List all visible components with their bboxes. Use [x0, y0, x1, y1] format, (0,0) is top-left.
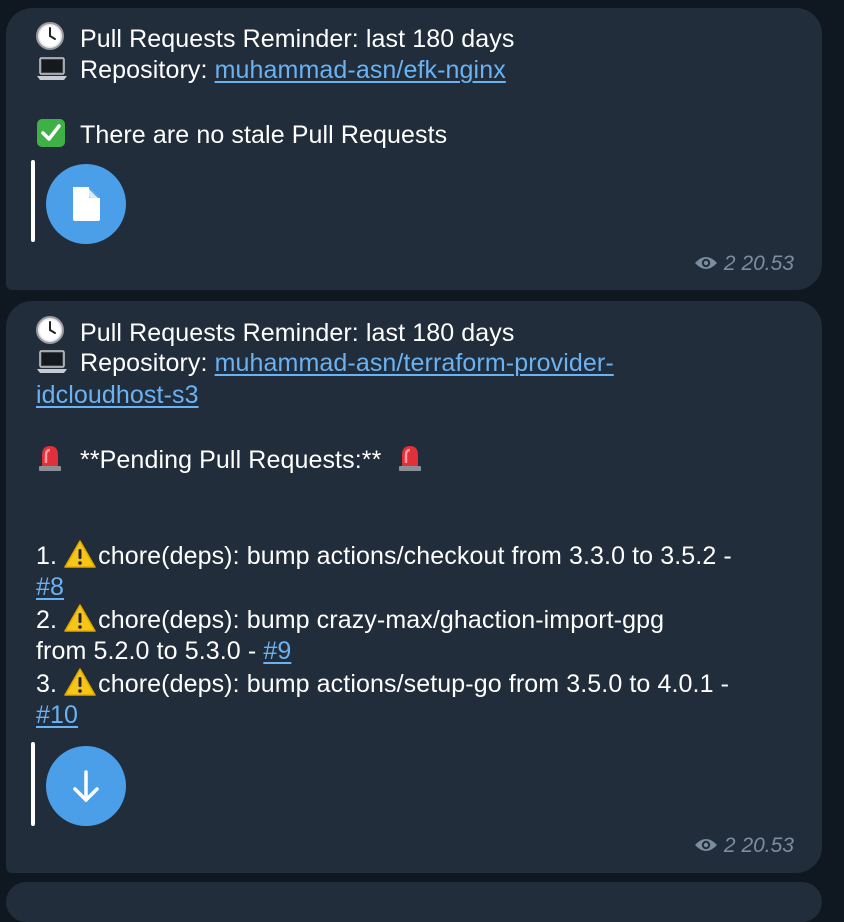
status-text: There are no stale Pull Requests	[80, 121, 448, 149]
list-item-link-line: #8	[36, 571, 64, 603]
list-item-text-continued: from 5.2.0 to 5.3.0 -	[36, 637, 264, 665]
laptop-icon	[36, 55, 70, 83]
repository-link[interactable]: muhammad-asn/efk-nginx	[215, 56, 506, 84]
message-meta: 2 20.53	[694, 834, 794, 858]
file-attachment-button[interactable]	[46, 164, 126, 244]
clock-icon	[36, 316, 70, 344]
siren-icon	[396, 443, 430, 471]
quote-bar	[31, 742, 35, 826]
list-item-text: chore(deps): bump actions/checkout from …	[98, 542, 732, 570]
warning-icon	[64, 667, 96, 696]
header-text: Pull Requests Reminder: last 180 days	[80, 25, 515, 53]
message-bubble[interactable]: Pull Requests Reminder: last 180 days Re…	[6, 8, 822, 290]
message-bubble[interactable]	[6, 882, 822, 922]
eye-icon	[694, 253, 718, 269]
warning-icon	[64, 603, 96, 632]
check-mark-icon	[36, 118, 70, 147]
list-item-number: 2.	[36, 606, 58, 634]
list-item: 1. chore(deps): bump actions/checkout fr…	[36, 539, 732, 572]
view-count: 2	[723, 834, 736, 857]
message-meta: 2 20.53	[694, 252, 794, 276]
list-item: 3. chore(deps): bump actions/setup-go fr…	[36, 667, 729, 700]
eye-icon	[694, 835, 718, 851]
file-icon	[73, 187, 100, 221]
pull-request-link[interactable]: #9	[263, 637, 291, 665]
repository-line-continued: idcloudhost-s3	[36, 379, 199, 411]
download-arrow-icon	[73, 770, 99, 802]
laptop-icon	[36, 348, 70, 376]
status-line: There are no stale Pull Requests	[36, 118, 447, 151]
repository-label: Repository:	[80, 349, 215, 377]
list-item-number: 3.	[36, 670, 58, 698]
message-time: 20.53	[741, 252, 794, 275]
list-item-text: chore(deps): bump actions/setup-go from …	[98, 670, 730, 698]
message-time: 20.53	[741, 834, 794, 857]
repository-label: Repository:	[80, 56, 215, 84]
download-button[interactable]	[46, 746, 126, 826]
pull-request-link[interactable]: #10	[36, 701, 78, 729]
repository-link[interactable]: muhammad-asn/terraform-provider-	[215, 349, 614, 377]
header-text: Pull Requests Reminder: last 180 days	[80, 319, 515, 347]
clock-icon	[36, 22, 70, 50]
quote-bar	[31, 160, 35, 242]
header-line: Pull Requests Reminder: last 180 days	[36, 22, 514, 55]
repository-link-continued[interactable]: idcloudhost-s3	[36, 381, 199, 409]
repository-line: Repository: muhammad-asn/terraform-provi…	[36, 347, 614, 379]
warning-icon	[64, 539, 96, 568]
view-count: 2	[723, 252, 736, 275]
list-item-number: 1.	[36, 542, 58, 570]
list-item-link-line: #10	[36, 699, 78, 731]
siren-icon	[36, 443, 70, 471]
list-item-text: chore(deps): bump crazy-max/ghaction-imp…	[98, 606, 665, 634]
pending-title-line: **Pending Pull Requests:**	[36, 443, 430, 476]
list-item-continued: from 5.2.0 to 5.3.0 - #9	[36, 635, 291, 667]
message-bubble[interactable]: Pull Requests Reminder: last 180 days Re…	[6, 301, 822, 873]
header-line: Pull Requests Reminder: last 180 days	[36, 316, 514, 349]
list-item: 2. chore(deps): bump crazy-max/ghaction-…	[36, 603, 664, 636]
repository-line: Repository: muhammad-asn/efk-nginx	[36, 54, 506, 86]
pull-request-link[interactable]: #8	[36, 573, 64, 601]
pending-title: **Pending Pull Requests:**	[80, 446, 382, 474]
